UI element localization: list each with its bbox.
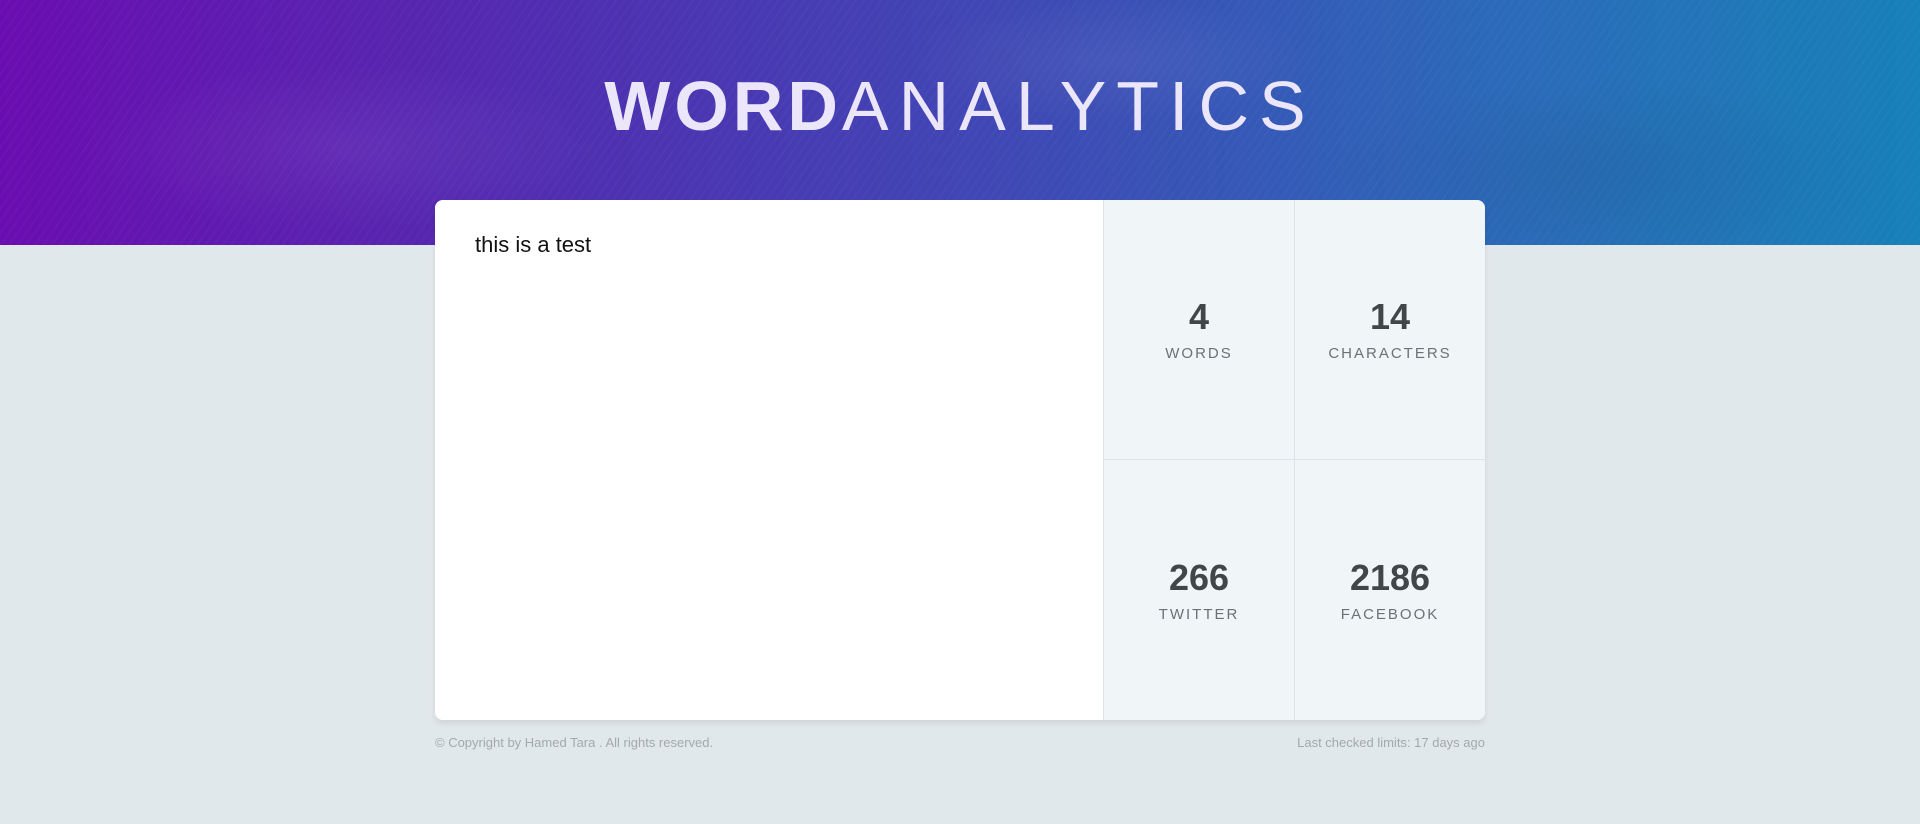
app-logo: WORDANALYTICS	[0, 66, 1920, 146]
main-card: 4 WORDS 14 CHARACTERS 266 TWITTER 2186 F…	[435, 200, 1485, 720]
characters-count: 14	[1369, 296, 1411, 337]
logo-analytics: ANALYTICS	[841, 67, 1316, 145]
text-input[interactable]	[435, 200, 1103, 720]
twitter-label: TWITTER	[1158, 605, 1240, 623]
footer: © Copyright by Hamed Tara . All rights r…	[435, 735, 1485, 750]
words-label: WORDS	[1165, 345, 1233, 362]
stat-facebook: 2186 FACEBOOK	[1294, 460, 1485, 720]
copyright-text: © Copyright by Hamed Tara . All rights r…	[435, 735, 714, 750]
twitter-remaining: 266	[1168, 556, 1230, 598]
stat-words: 4 WORDS	[1103, 200, 1294, 460]
stat-twitter: 266 TWITTER	[1103, 460, 1294, 720]
facebook-label: FACEBOOK	[1340, 605, 1440, 623]
last-checked-text: Last checked limits: 17 days ago	[1297, 735, 1485, 750]
words-count: 4	[1188, 296, 1210, 337]
stats-panel: 4 WORDS 14 CHARACTERS 266 TWITTER 2186 F…	[1103, 200, 1485, 720]
logo-word: WORD	[604, 67, 842, 145]
facebook-remaining: 2186	[1349, 556, 1431, 598]
stat-characters: 14 CHARACTERS	[1294, 200, 1485, 460]
characters-label: CHARACTERS	[1328, 345, 1452, 362]
